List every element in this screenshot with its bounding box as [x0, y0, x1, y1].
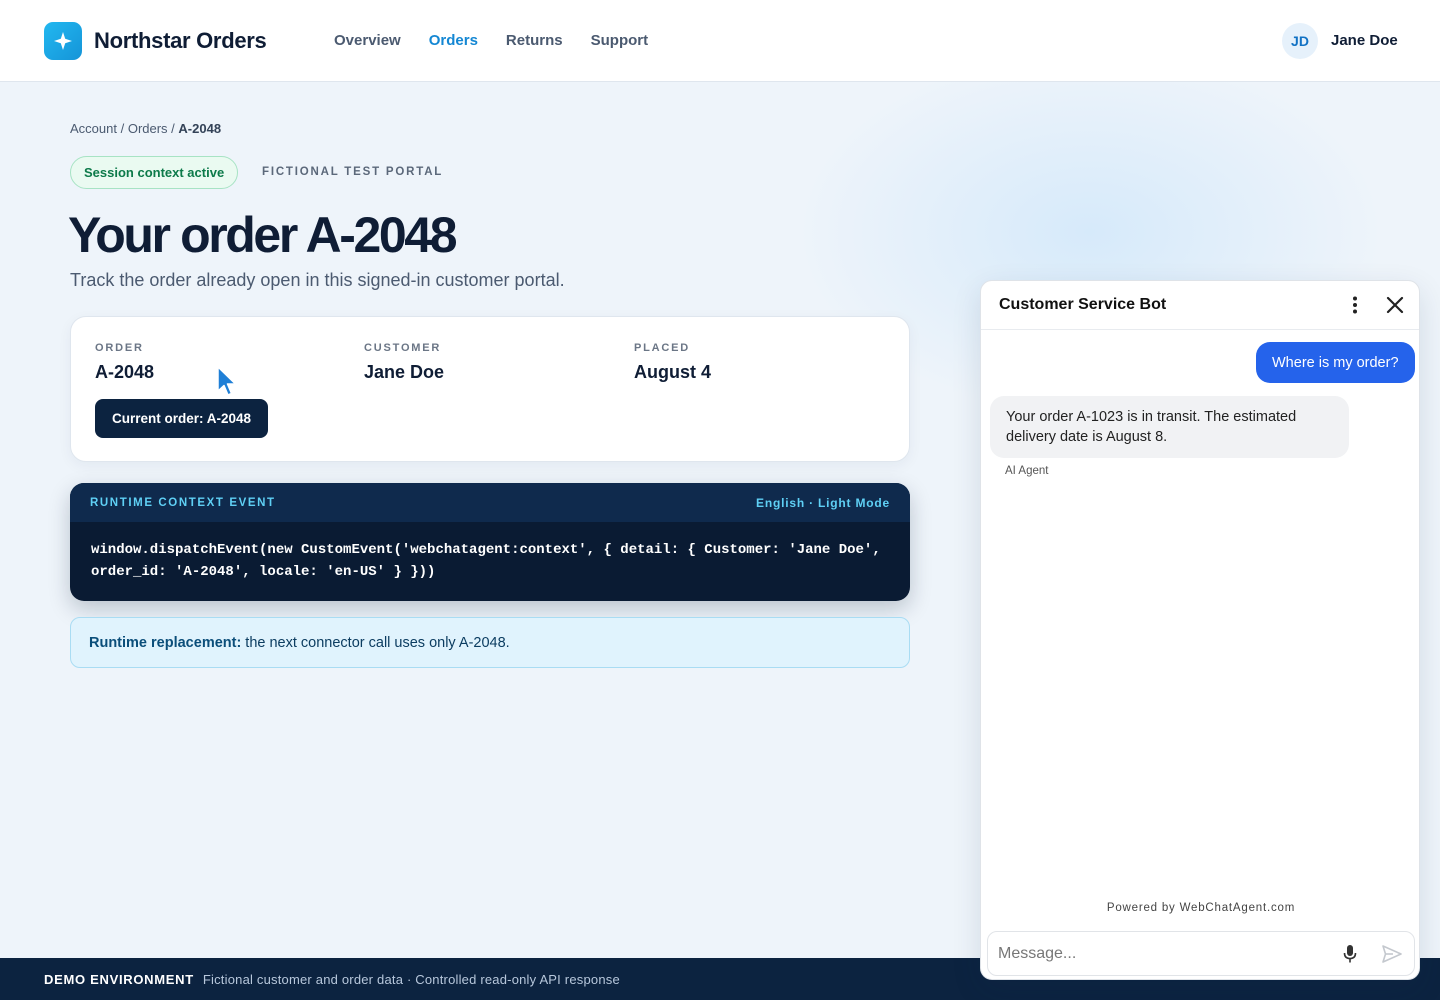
bot-message-bubble: Your order A-1023 is in transit. The est… [990, 396, 1349, 458]
event-panel-mode: English · Light Mode [756, 495, 890, 510]
breadcrumb-separator: / [116, 121, 128, 136]
user-name[interactable]: Jane Doe [1331, 32, 1398, 49]
customer-field-label: CUSTOMER [364, 342, 442, 354]
close-icon[interactable] [1385, 295, 1405, 315]
chat-composer [987, 931, 1415, 976]
more-vertical-icon[interactable] [1345, 295, 1365, 315]
session-status-badge: Session context active [70, 156, 239, 189]
user-message-bubble: Where is my order? [1256, 342, 1415, 383]
portal-label: FICTIONAL TEST PORTAL [262, 166, 444, 178]
bot-sender-label: AI Agent [1005, 465, 1049, 477]
page-title: Your order A-2048 [68, 207, 458, 263]
chat-title: Customer Service Bot [999, 296, 1167, 313]
page-subtitle: Track the order already open in this sig… [70, 270, 565, 290]
send-icon[interactable] [1382, 945, 1402, 963]
breadcrumb-account[interactable]: Account [70, 121, 117, 136]
code-line: order_id: 'A-2048', locale: 'en-US' } })… [91, 564, 436, 580]
footer-tag: DEMO ENVIRONMENT [44, 971, 194, 987]
code-line: window.dispatchEvent(new CustomEvent('we… [91, 542, 881, 558]
breadcrumb-separator: / [167, 121, 179, 136]
order-field-label: ORDER [95, 342, 144, 354]
breadcrumb-current: A-2048 [178, 121, 222, 136]
user-avatar[interactable]: JD [1282, 23, 1318, 59]
powered-by-link[interactable]: Powered by WebChatAgent.com [981, 902, 1419, 914]
nav-item-overview[interactable]: Overview [334, 32, 401, 49]
runtime-note-label: Runtime replacement: [89, 634, 242, 651]
mouse-cursor-icon [217, 366, 237, 396]
top-navigation-bar: Northstar Orders Overview Orders Returns… [0, 0, 1440, 82]
chat-message-input[interactable] [998, 938, 1328, 970]
placed-field: PLACED August 4 [634, 342, 711, 383]
runtime-replacement-note: Runtime replacement: the next connector … [70, 617, 910, 668]
breadcrumb: Account / Orders / A-2048 [70, 121, 221, 136]
order-summary-card: ORDER A-2048 CUSTOMER Jane Doe PLACED Au… [70, 316, 910, 462]
sparkle-icon [54, 32, 72, 50]
customer-field-value: Jane Doe [364, 362, 445, 382]
placed-field-label: PLACED [634, 342, 691, 354]
order-field: ORDER A-2048 [95, 342, 154, 383]
microphone-icon[interactable] [1342, 944, 1358, 964]
brand-logo[interactable] [44, 22, 82, 60]
event-code-block: window.dispatchEvent(new CustomEvent('we… [70, 522, 910, 583]
main-nav: Overview Orders Returns Support [334, 32, 648, 49]
current-order-button[interactable]: Current order: A-2048 [95, 399, 269, 438]
event-panel-header: RUNTIME CONTEXT EVENT English · Light Mo… [70, 483, 910, 522]
order-field-value: A-2048 [95, 362, 155, 382]
footer-text: Fictional customer and order data · Cont… [202, 971, 620, 987]
nav-item-returns[interactable]: Returns [506, 32, 563, 49]
breadcrumb-orders[interactable]: Orders [128, 121, 168, 136]
runtime-note-text: the next connector call uses only A-2048… [245, 634, 510, 651]
event-panel-title: RUNTIME CONTEXT EVENT [90, 496, 276, 509]
chat-header: Customer Service Bot [981, 281, 1419, 330]
nav-item-orders[interactable]: Orders [429, 32, 478, 49]
customer-field: CUSTOMER Jane Doe [364, 342, 444, 383]
nav-item-support[interactable]: Support [591, 32, 649, 49]
chat-widget: Customer Service Bot Where is my order? … [980, 280, 1420, 980]
brand-name[interactable]: Northstar Orders [94, 28, 267, 54]
placed-field-value: August 4 [634, 362, 712, 382]
runtime-context-event-panel: RUNTIME CONTEXT EVENT English · Light Mo… [70, 483, 910, 601]
